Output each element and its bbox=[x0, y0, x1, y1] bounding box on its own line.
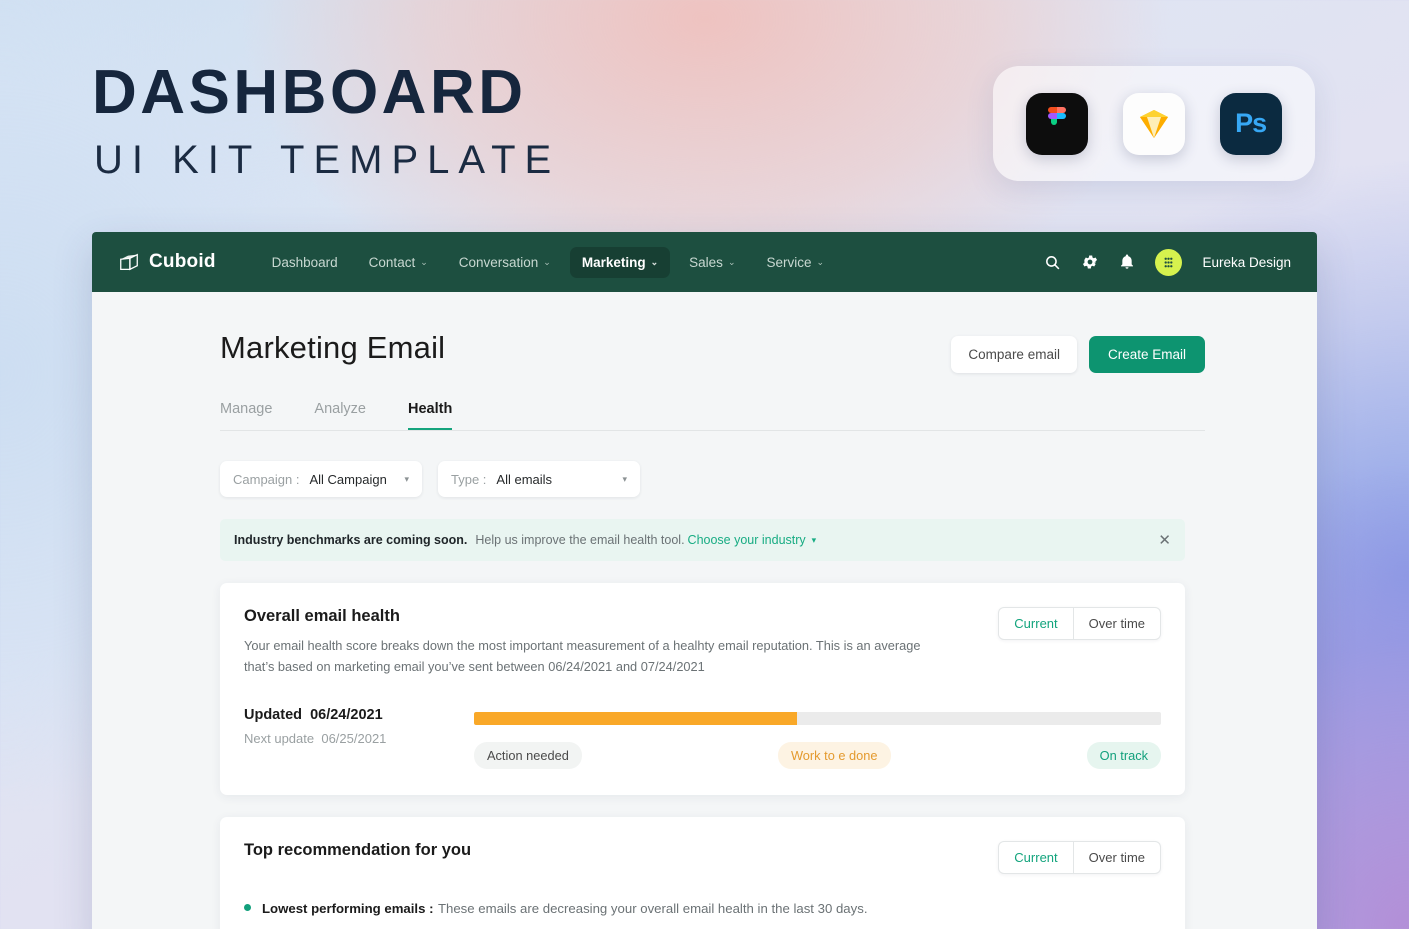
compare-email-button[interactable]: Compare email bbox=[951, 336, 1077, 373]
header-actions: Compare email Create Email bbox=[951, 330, 1205, 373]
nav-label: Marketing bbox=[581, 254, 646, 270]
status-badge-on-track: On track bbox=[1086, 742, 1161, 770]
create-email-button[interactable]: Create Email bbox=[1088, 336, 1205, 373]
sketch-glyph bbox=[1139, 109, 1168, 138]
banner-headline: Industry benchmarks are coming soon. bbox=[234, 533, 468, 547]
nav-label: Conversation bbox=[458, 254, 539, 270]
next-update-date: 06/25/2021 bbox=[321, 731, 387, 747]
brand-name: Cuboid bbox=[149, 251, 216, 272]
chevron-down-icon[interactable]: ▾ bbox=[812, 535, 817, 546]
progress-chips: Action needed Work to e done On track bbox=[474, 742, 1161, 770]
list-item: Lowest performing emails : These emails … bbox=[244, 900, 1161, 918]
recommendation-label: Lowest performing emails : bbox=[262, 901, 434, 917]
chevron-down-icon: ⌄ bbox=[650, 256, 659, 267]
health-card-header: Overall email health Your email health s… bbox=[244, 607, 1161, 677]
type-filter-label: Type : bbox=[451, 471, 487, 487]
nav-item-marketing[interactable]: Marketing ⌄ bbox=[569, 246, 671, 278]
status-badge-action-needed: Action needed bbox=[474, 742, 582, 770]
tab-health[interactable]: Health bbox=[408, 401, 453, 430]
banner-text: Help us improve the email health tool. bbox=[475, 533, 685, 547]
bell-icon[interactable] bbox=[1119, 253, 1135, 271]
tab-manage[interactable]: Manage bbox=[220, 401, 272, 430]
overall-email-health-card: Overall email health Your email health s… bbox=[220, 583, 1185, 796]
chevron-down-icon: ⌄ bbox=[420, 256, 428, 267]
nav-item-contact[interactable]: Contact ⌄ bbox=[357, 247, 440, 278]
recommendation-card-header: Top recommendation for you Current Over … bbox=[244, 841, 1161, 875]
recommendation-view-toggle: Current Over time bbox=[998, 841, 1161, 875]
updated-line: Updated 06/24/2021 bbox=[244, 707, 474, 723]
nav-item-conversation[interactable]: Conversation ⌄ bbox=[447, 247, 563, 278]
gear-icon[interactable] bbox=[1081, 253, 1099, 271]
brand[interactable]: Cuboid bbox=[118, 251, 216, 273]
type-filter-select[interactable]: Type : All emails ▾ bbox=[438, 461, 640, 497]
app-window: Cuboid Dashboard Contact ⌄ Conversation … bbox=[92, 232, 1317, 929]
toggle-over-time[interactable]: Over time bbox=[1074, 608, 1160, 639]
next-update-label: Next update bbox=[244, 731, 315, 747]
nav-label: Sales bbox=[689, 254, 723, 270]
status-badge-work-to-be-done: Work to e done bbox=[777, 742, 891, 770]
health-dates: Updated 06/24/2021 Next update 06/25/202… bbox=[244, 707, 474, 746]
updated-date: 06/24/2021 bbox=[310, 707, 383, 724]
photoshop-icon: Ps bbox=[1219, 92, 1282, 155]
recommendation-body: These emails are decreasing your overall… bbox=[437, 901, 868, 917]
close-icon[interactable]: ✕ bbox=[1158, 531, 1171, 549]
chevron-down-icon: ▾ bbox=[622, 473, 627, 484]
top-navbar: Cuboid Dashboard Contact ⌄ Conversation … bbox=[92, 232, 1317, 292]
nav-item-dashboard[interactable]: Dashboard bbox=[260, 247, 350, 278]
tab-analyze[interactable]: Analyze bbox=[314, 401, 366, 430]
app-icons-pill: Ps bbox=[993, 66, 1315, 181]
figma-glyph bbox=[1048, 106, 1067, 125]
recommendation-card-title: Top recommendation for you bbox=[244, 841, 472, 860]
chevron-down-icon: ⌄ bbox=[816, 256, 825, 267]
toggle-current[interactable]: Current bbox=[999, 842, 1074, 874]
chevron-down-icon: ▾ bbox=[404, 473, 409, 484]
nav-item-sales[interactable]: Sales ⌄ bbox=[677, 247, 747, 278]
progress-track bbox=[474, 712, 1161, 726]
filter-bar: Campaign : All Campaign ▾ Type : All ema… bbox=[220, 461, 1317, 497]
nav-item-service[interactable]: Service ⌄ bbox=[754, 247, 836, 278]
hero-title: DASHBOARD bbox=[92, 58, 527, 127]
figma-icon bbox=[1026, 92, 1089, 155]
campaign-filter-select[interactable]: Campaign : All Campaign ▾ bbox=[220, 461, 422, 497]
hero-subtitle: UI KIT TEMPLATE bbox=[94, 138, 561, 182]
page-content: Marketing Email Compare email Create Ema… bbox=[92, 292, 1317, 929]
progress-fill bbox=[474, 712, 797, 726]
health-card-description: Your email health score breaks down the … bbox=[244, 638, 921, 675]
top-recommendation-card: Top recommendation for you Current Over … bbox=[220, 817, 1185, 929]
next-update-line: Next update 06/25/2021 bbox=[244, 731, 474, 746]
tab-bar: Manage Analyze Health bbox=[220, 401, 1205, 431]
page-header: Marketing Email Compare email Create Ema… bbox=[220, 330, 1205, 373]
photoshop-label: Ps bbox=[1235, 108, 1267, 138]
updated-label: Updated bbox=[244, 707, 302, 724]
health-status-row: Updated 06/24/2021 Next update 06/25/202… bbox=[244, 707, 1161, 770]
sketch-icon bbox=[1122, 92, 1185, 155]
choose-industry-link[interactable]: Choose your industry bbox=[688, 533, 806, 547]
info-banner: Industry benchmarks are coming soon. Hel… bbox=[220, 519, 1185, 561]
health-card-title: Overall email health bbox=[244, 607, 400, 625]
nav-right-actions: Eureka Design bbox=[1044, 248, 1291, 276]
health-view-toggle: Current Over time bbox=[998, 607, 1161, 640]
chevron-down-icon: ⌄ bbox=[543, 256, 551, 267]
campaign-filter-label: Campaign : bbox=[233, 471, 300, 487]
toggle-current[interactable]: Current bbox=[999, 608, 1074, 639]
user-name: Eureka Design bbox=[1202, 254, 1291, 270]
recommendation-list: Lowest performing emails : These emails … bbox=[244, 900, 1161, 929]
health-progress-meter: Action needed Work to e done On track bbox=[474, 707, 1161, 770]
search-icon[interactable] bbox=[1044, 254, 1061, 271]
campaign-filter-value: All Campaign bbox=[309, 471, 387, 487]
nav-label: Service bbox=[766, 254, 812, 270]
chevron-down-icon: ⌄ bbox=[727, 256, 736, 267]
cuboid-logo-icon bbox=[120, 253, 138, 271]
type-filter-value: All emails bbox=[496, 471, 553, 487]
bullet-icon bbox=[244, 904, 251, 912]
nav-label: Dashboard bbox=[271, 254, 338, 270]
avatar[interactable] bbox=[1155, 248, 1183, 276]
page-title: Marketing Email bbox=[220, 330, 446, 365]
nav-links: Dashboard Contact ⌄ Conversation ⌄ Marke… bbox=[260, 246, 836, 278]
nav-label: Contact bbox=[368, 254, 416, 270]
toggle-over-time[interactable]: Over time bbox=[1074, 842, 1160, 873]
